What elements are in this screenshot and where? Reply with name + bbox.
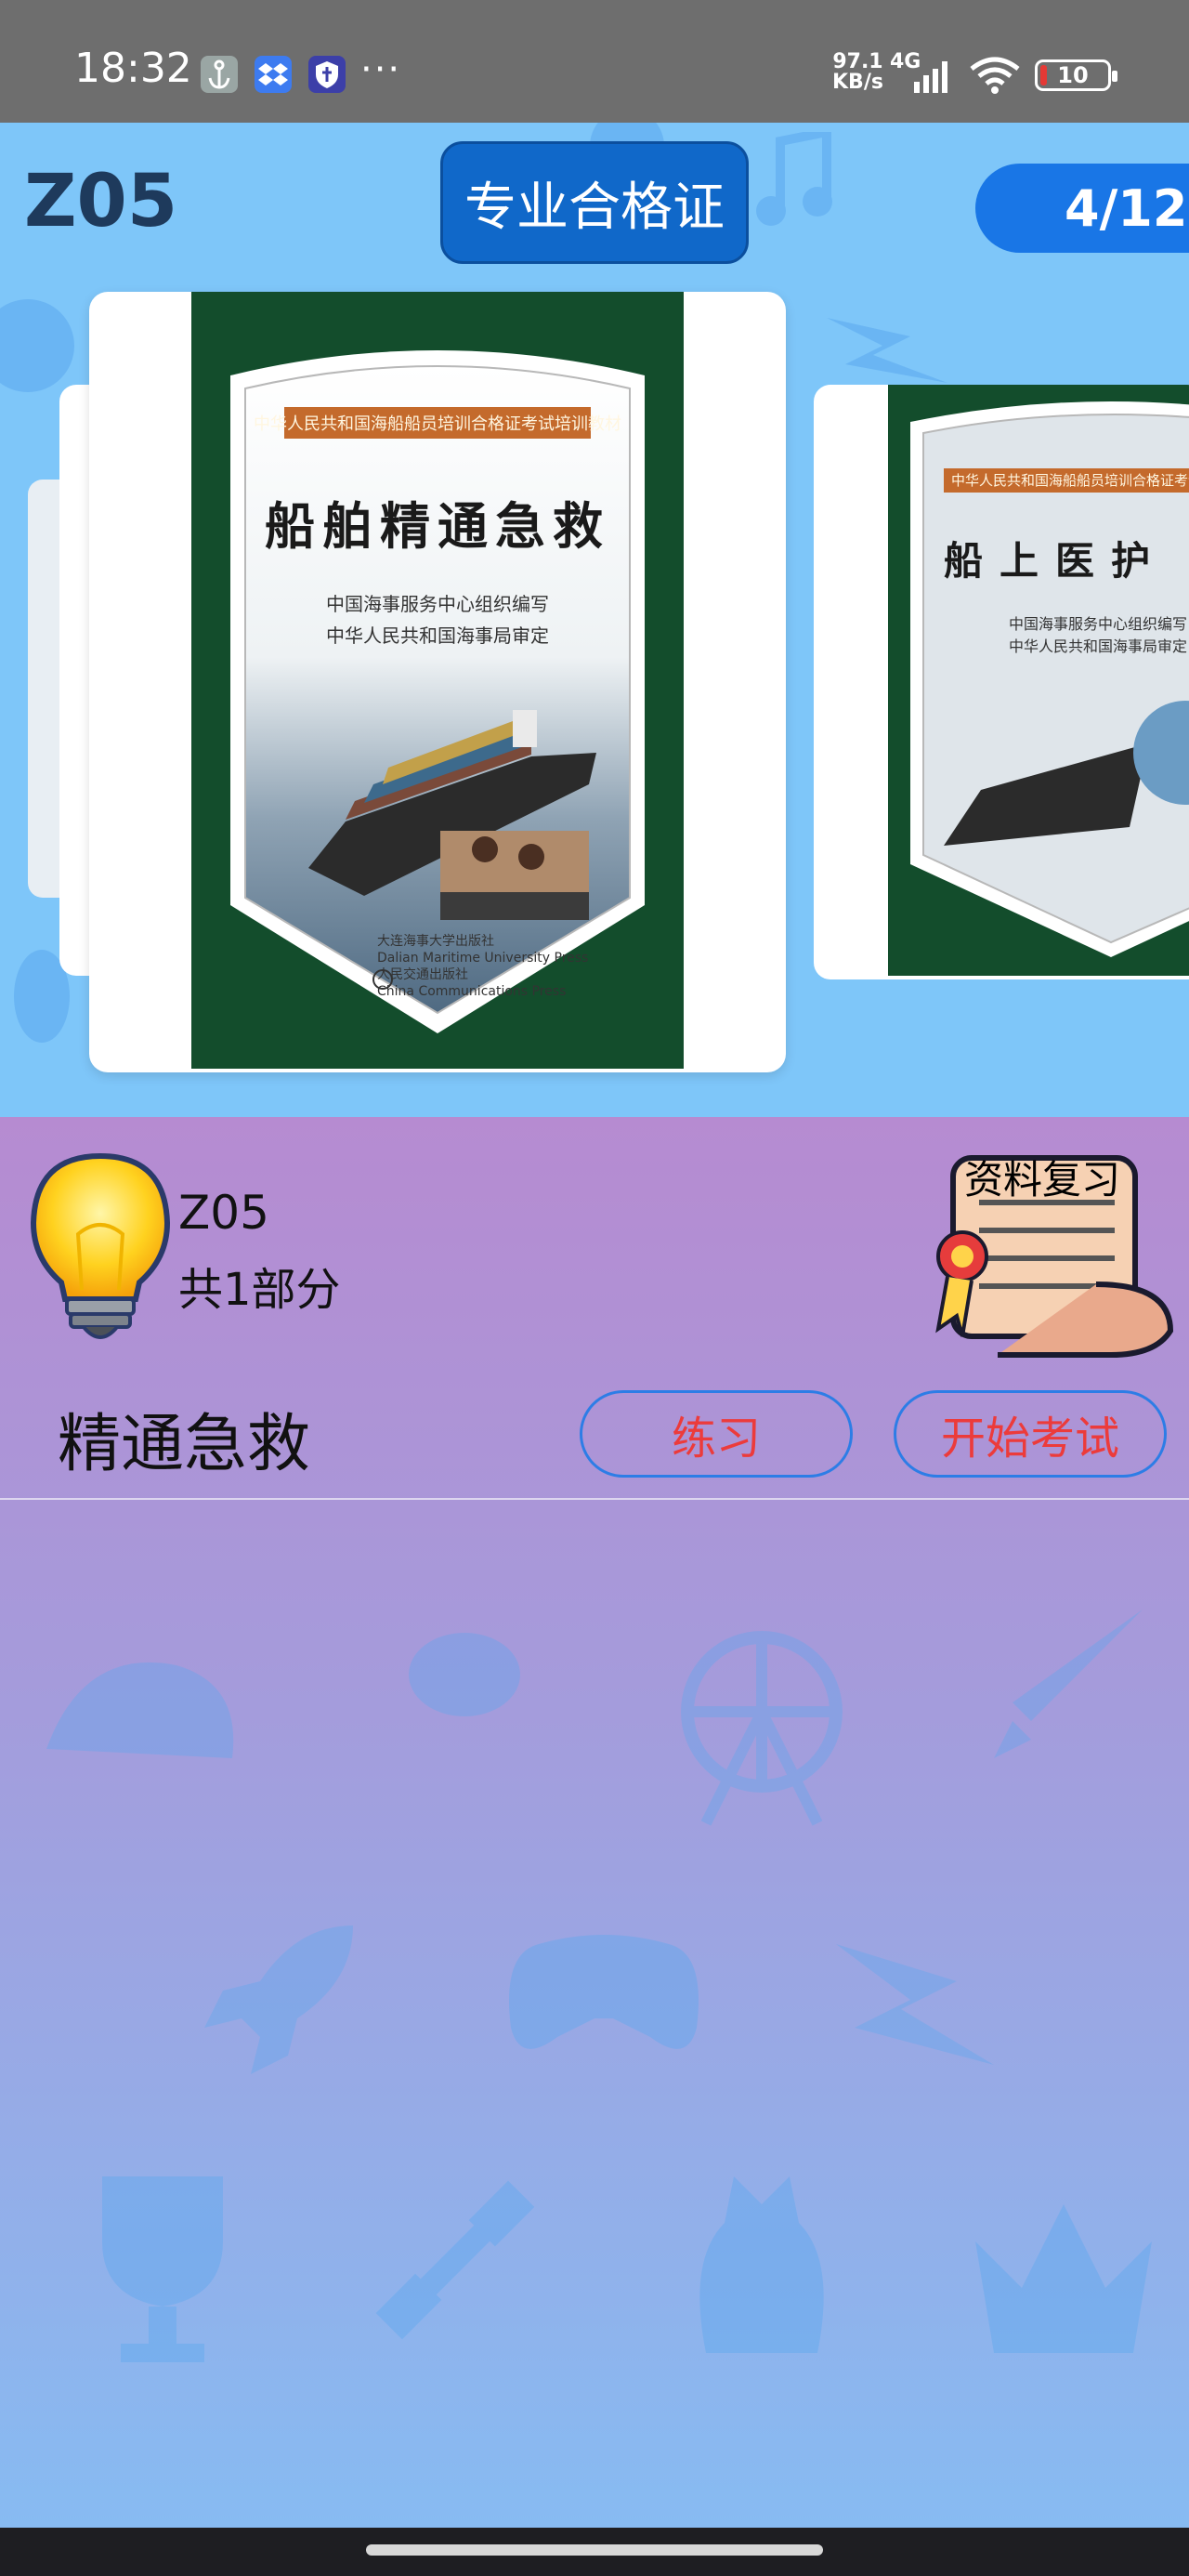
page-indicator: 4/12 [975, 164, 1189, 253]
trophy-icon [102, 2176, 223, 2362]
system-navigation-bar [0, 2528, 1189, 2576]
signal-icon [914, 61, 947, 93]
book-carousel-area: Z05 专业合格证 4/12 中华人民共和国海船船员培训合格证考试培训教材 船舶… [0, 123, 1189, 1117]
dumbbell-icon [375, 2180, 535, 2340]
lightning-icon [836, 1944, 994, 2065]
net-speed: 97.1 KB/s [832, 52, 883, 93]
next-book-card[interactable]: 中华人民共和国海船船员培训合格证考试培训教材 船上医护 中国海事服务中心组织编写… [814, 385, 1189, 979]
sword-icon [994, 1610, 1143, 1758]
lightbulb-icon [30, 1152, 171, 1339]
publisher-name-2-en: China Communications Press [377, 984, 567, 999]
music-note-icon [756, 132, 832, 226]
book-approval-line: 中华人民共和国海事局审定 [326, 624, 549, 647]
next-book-approval-line: 中华人民共和国海事局审定 [1009, 637, 1188, 655]
book-cover: 中华人民共和国海船船员培训合格证考试培训教材 船舶精通急救 中国海事服务中心组织… [191, 292, 684, 1069]
net-speed-value: 97.1 [832, 50, 883, 73]
next-book-cover: 中华人民共和国海船船员培训合格证考试培训教材 船上医护 中国海事服务中心组织编写… [888, 385, 1189, 976]
review-materials-label[interactable]: 资料复习 [964, 1149, 1120, 1205]
next-book-series-label: 中华人民共和国海船船员培训合格证考试培训教材 [944, 468, 1189, 493]
current-book-card[interactable]: 中华人民共和国海船船员培训合格证考试培训教材 船舶精通急救 中国海事服务中心组织… [89, 292, 786, 1072]
ferris-wheel-icon [681, 1631, 843, 1826]
status-time: 18:32 [74, 45, 192, 92]
dropbox-app-icon [255, 56, 292, 93]
book-author-line: 中国海事服务中心组织编写 [326, 593, 549, 615]
battery-icon: 10 [1035, 59, 1117, 91]
publisher-name-1-en: Dalian Maritime University Press [377, 951, 589, 966]
more-notifications-icon: ··· [360, 48, 402, 91]
hat-icon [46, 1662, 234, 1758]
crown-icon [975, 2204, 1152, 2353]
book-title: 船舶精通急救 [265, 497, 610, 556]
wifi-icon [970, 57, 1020, 94]
book-series-label: 中华人民共和国海船船员培训合格证考试培训教材 [254, 407, 621, 439]
next-book-title: 船上医护 [944, 538, 1168, 584]
gamepad-icon [509, 1935, 699, 2049]
section-part-count: 共1部分 [178, 1264, 341, 1316]
section-code: Z05 [178, 1186, 269, 1240]
publisher-name-2: 人民交通出版社 [377, 967, 468, 982]
candy-icon [409, 1633, 520, 1716]
book-cover-art [230, 350, 645, 1033]
net-speed-unit: KB/s [832, 71, 883, 94]
page-code-title: Z05 [24, 160, 178, 243]
start-exam-button[interactable]: 开始考试 [894, 1390, 1167, 1478]
publisher-name-1: 大连海事大学出版社 [377, 934, 494, 949]
next-book-author-line: 中国海事服务中心组织编写 [1009, 615, 1188, 633]
course-panel: Z05 共1部分 资料复习 精通急救 练习 开始考试 [0, 1117, 1189, 2528]
anchor-app-icon [201, 56, 238, 93]
book-publisher: 大连海事大学出版社 Dalian Maritime University Pre… [377, 933, 588, 1000]
battery-level: 10 [1057, 62, 1089, 88]
cert-type-button[interactable]: 专业合格证 [440, 141, 749, 264]
cat-icon [699, 2176, 824, 2353]
practice-button[interactable]: 练习 [580, 1390, 853, 1478]
home-indicator[interactable] [366, 2544, 823, 2556]
shield-app-icon [308, 56, 346, 93]
course-item-title: 精通急救 [58, 1408, 311, 1481]
status-bar: 18:32 ··· 97.1 KB/s 4G 10 [0, 0, 1189, 123]
row-divider [0, 1498, 1189, 1500]
rocket-icon [204, 1925, 353, 2074]
